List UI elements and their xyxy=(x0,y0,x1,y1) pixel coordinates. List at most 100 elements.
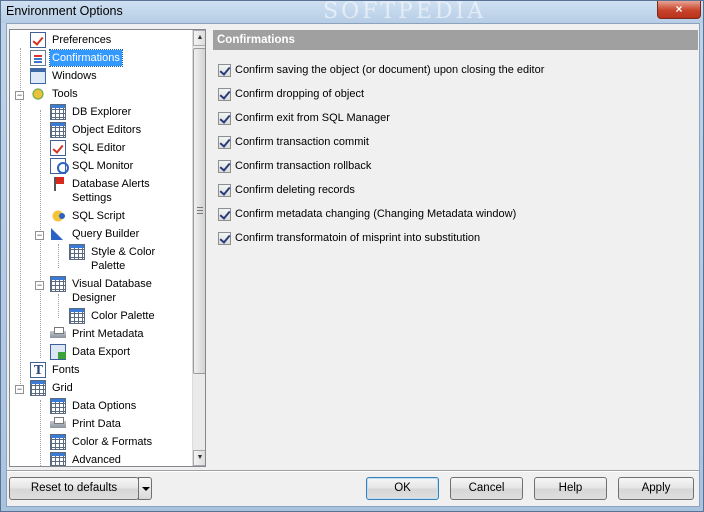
checkbox[interactable] xyxy=(218,183,231,197)
option-label: Confirm transaction commit xyxy=(235,136,369,148)
help-button[interactable]: Help xyxy=(534,477,607,500)
scroll-thumb[interactable] xyxy=(193,48,205,374)
grid-icon xyxy=(50,104,66,120)
divider xyxy=(7,470,699,472)
tree-item-label: Confirmations xyxy=(49,49,123,67)
checkbox[interactable] xyxy=(218,135,231,149)
document-icon xyxy=(30,50,46,66)
option-label: Confirm saving the object (or document) … xyxy=(235,64,545,76)
editor-icon xyxy=(50,140,66,156)
checklist-icon xyxy=(30,32,46,48)
option-confirm-commit[interactable]: Confirm transaction commit xyxy=(218,134,369,150)
grid-icon xyxy=(69,308,85,324)
option-label: Confirm transformatoin of misprint into … xyxy=(235,232,481,244)
dialog-client-area: Preferences Confirmations Windows − Tool… xyxy=(6,23,700,507)
apply-button[interactable]: Apply xyxy=(618,477,694,500)
printer-icon xyxy=(50,416,66,432)
tree-item-sql-monitor[interactable]: SQL Monitor xyxy=(50,158,135,176)
grid-icon xyxy=(50,452,66,466)
grid-icon xyxy=(50,122,66,138)
checkbox[interactable] xyxy=(218,231,231,245)
tree-item-label: Print Data xyxy=(72,418,121,430)
tree-item-print-data[interactable]: Print Data xyxy=(50,416,123,434)
tools-icon xyxy=(30,86,46,102)
title-bar[interactable]: Environment Options SOFTPEDIA × xyxy=(1,0,703,24)
tree-item-style-color-palette[interactable]: Style & Color Palette xyxy=(69,244,157,276)
tree-item-label: Data Options xyxy=(72,400,137,412)
grid-icon xyxy=(50,398,66,414)
tree-expander-visual-database-designer[interactable]: − xyxy=(35,281,44,290)
tree-item-label: Fonts xyxy=(52,364,80,376)
tree-item-label: Visual Database Designer xyxy=(72,278,152,304)
tree-item-db-explorer[interactable]: DB Explorer xyxy=(50,104,133,122)
designer-icon xyxy=(50,276,66,292)
option-label: Confirm metadata changing (Changing Meta… xyxy=(235,208,517,220)
tree-line xyxy=(58,244,59,268)
option-confirm-metadata[interactable]: Confirm metadata changing (Changing Meta… xyxy=(218,206,516,222)
tree-item-label: Windows xyxy=(52,70,97,82)
ok-button[interactable]: OK xyxy=(366,477,439,500)
tree-expander-query-builder[interactable]: − xyxy=(35,231,44,240)
tree-item-sql-script[interactable]: SQL Script xyxy=(50,208,127,226)
grid-icon xyxy=(50,434,66,450)
font-icon xyxy=(30,362,46,378)
tree-item-data-options[interactable]: Data Options xyxy=(50,398,138,416)
checkbox[interactable] xyxy=(218,111,231,125)
tree-item-tools[interactable]: Tools xyxy=(30,86,80,104)
option-confirm-saving[interactable]: Confirm saving the object (or document) … xyxy=(218,62,544,78)
tree-item-label: SQL Script xyxy=(72,210,125,222)
tree-item-confirmations[interactable]: Confirmations xyxy=(30,49,123,68)
watermark-logo: SOFTPEDIA xyxy=(323,0,487,24)
tree-item-database-alerts-settings[interactable]: Database Alerts Settings xyxy=(50,176,152,208)
panel-title: Confirmations xyxy=(213,30,698,50)
close-button[interactable]: × xyxy=(657,1,701,19)
tree-item-windows[interactable]: Windows xyxy=(30,68,99,86)
reset-to-defaults-button[interactable]: Reset to defaults xyxy=(9,477,139,500)
tree-item-grid[interactable]: Grid xyxy=(30,380,75,398)
tree-item-color-formats[interactable]: Color & Formats xyxy=(50,434,154,452)
query-builder-icon xyxy=(50,226,66,242)
grip-icon xyxy=(197,207,203,214)
tree-item-label: DB Explorer xyxy=(72,106,132,118)
tree-item-preferences[interactable]: Preferences xyxy=(30,32,113,50)
flag-icon xyxy=(50,176,66,192)
tree-item-visual-database-designer[interactable]: Visual Database Designer xyxy=(50,276,154,308)
option-confirm-deleting[interactable]: Confirm deleting records xyxy=(218,182,355,198)
tree-item-label: Advanced xyxy=(72,454,121,466)
tree-item-color-palette[interactable]: Color Palette xyxy=(69,308,157,326)
cancel-button[interactable]: Cancel xyxy=(450,477,523,500)
tree-item-advanced[interactable]: Advanced xyxy=(50,452,123,466)
tree-item-label: Database Alerts Settings xyxy=(72,178,150,204)
tree-item-fonts[interactable]: Fonts xyxy=(30,362,82,380)
grid-icon xyxy=(69,244,85,260)
scroll-down-button[interactable]: ▼ xyxy=(193,450,205,466)
tree-line xyxy=(40,400,41,466)
tree-scrollbar[interactable]: ▲ ▼ xyxy=(192,30,205,466)
tree-item-label: Tools xyxy=(52,88,78,100)
checkbox[interactable] xyxy=(218,87,231,101)
tree-expander-grid[interactable]: − xyxy=(15,385,24,394)
tree-item-print-metadata[interactable]: Print Metadata xyxy=(50,326,146,344)
scroll-up-button[interactable]: ▲ xyxy=(193,30,205,46)
checkbox[interactable] xyxy=(218,63,231,77)
option-confirm-transformation[interactable]: Confirm transformatoin of misprint into … xyxy=(218,230,480,246)
checkbox[interactable] xyxy=(218,207,231,221)
option-confirm-exit[interactable]: Confirm exit from SQL Manager xyxy=(218,110,390,126)
option-confirm-rollback[interactable]: Confirm transaction rollback xyxy=(218,158,371,174)
option-label: Confirm dropping of object xyxy=(235,88,365,100)
tree-item-data-export[interactable]: Data Export xyxy=(50,344,132,362)
environment-options-window: Environment Options SOFTPEDIA × Preferen… xyxy=(0,0,704,512)
tree-item-label: SQL Editor xyxy=(72,142,126,154)
tree-item-sql-editor[interactable]: SQL Editor xyxy=(50,140,127,158)
tree-expander-tools[interactable]: − xyxy=(15,91,24,100)
tree-item-query-builder[interactable]: Query Builder xyxy=(50,226,141,244)
grid-icon xyxy=(30,380,46,396)
windows-icon xyxy=(30,68,46,84)
reset-dropdown-arrow[interactable] xyxy=(138,477,152,500)
option-confirm-dropping[interactable]: Confirm dropping of object xyxy=(218,86,364,102)
option-label: Confirm deleting records xyxy=(235,184,355,196)
tree-item-object-editors[interactable]: Object Editors xyxy=(50,122,143,140)
tree-items: Preferences Confirmations Windows − Tool… xyxy=(10,30,190,466)
options-tree[interactable]: Preferences Confirmations Windows − Tool… xyxy=(9,29,206,467)
checkbox[interactable] xyxy=(218,159,231,173)
